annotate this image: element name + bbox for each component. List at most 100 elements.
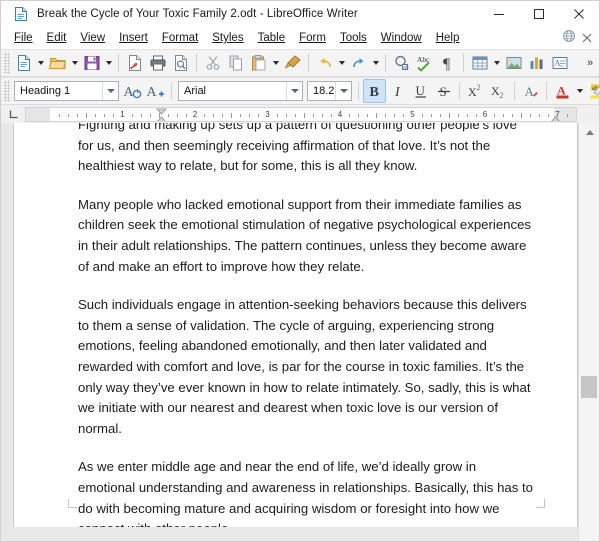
svg-text:I: I [394,85,401,100]
toolbar-separator [196,54,197,72]
workspace-left-gutter [1,123,13,541]
paragraph-2[interactable]: Such individuals engage in attention-see… [78,295,535,439]
ruler-tick [521,112,523,118]
underline-button[interactable]: U [409,79,432,103]
menu-window[interactable]: Window [374,31,429,46]
menu-styles[interactable]: Styles [205,31,250,46]
paragraph-style-value: Heading 1 [20,85,71,97]
paragraph-style-dropdown-button[interactable] [102,82,118,100]
print-button[interactable] [146,51,169,75]
page-text-body[interactable]: Fighting and making up sets up a pattern… [78,123,535,527]
highlight-color-button[interactable]: ab [585,79,600,103]
menubar-right-controls [562,29,599,48]
new-style-from-selection-button[interactable]: A [144,79,167,103]
svg-text:A: A [524,84,534,99]
clone-formatting-button[interactable] [281,51,304,75]
strikethrough-button[interactable]: S [432,79,455,103]
ruler-tick [113,113,115,117]
print-preview-button[interactable] [169,51,192,75]
left-indent-marker[interactable] [156,108,167,121]
open-button[interactable] [46,51,69,75]
menu-format[interactable]: Format [155,31,205,46]
ruler-tick [503,113,505,117]
insert-image-button[interactable] [502,51,525,75]
ruler-tick [430,113,432,117]
ruler-tick [131,113,133,117]
menu-file[interactable]: File [7,31,40,46]
chevron-down-icon [339,89,348,93]
redo-dropdown[interactable] [370,51,381,75]
horizontal-ruler[interactable]: 1234567 [25,106,577,122]
ruler-tick [448,112,450,118]
menu-view[interactable]: View [73,31,112,46]
ruler-left-margin-zone [26,107,50,121]
vertical-scroll-thumb[interactable] [581,376,597,398]
scroll-up-arrow[interactable] [579,123,599,141]
export-pdf-button[interactable] [123,51,146,75]
title-bar: Break the Cycle of Your Toxic Family 2.o… [1,1,599,28]
menu-form[interactable]: Form [292,31,333,46]
find-replace-button[interactable]: ab [390,51,413,75]
font-name-combobox[interactable]: Arial [178,81,303,101]
globe-icon[interactable] [562,29,576,48]
close-button[interactable] [559,1,599,28]
standard-toolbar-overflow-button[interactable]: » [581,51,599,75]
bold-button[interactable]: B [363,79,386,103]
toolbar-separator [308,54,309,72]
undo-dropdown[interactable] [336,51,347,75]
paste-dropdown[interactable] [270,51,281,75]
menu-help[interactable]: Help [429,31,467,46]
font-size-dropdown-button[interactable] [335,82,351,100]
subscript-button[interactable]: X 2 [487,79,510,103]
menu-tools[interactable]: Tools [333,31,374,46]
menu-file-label: File [14,32,33,44]
ruler-corner-tab-selector[interactable] [1,105,25,123]
document-page[interactable]: Fighting and making up sets up a pattern… [13,123,578,527]
font-size-combobox[interactable]: 18.2 [307,81,352,101]
minimize-button[interactable] [479,1,519,28]
close-document-icon[interactable] [582,30,592,48]
update-selected-style-button[interactable]: A [121,79,144,103]
menu-edit[interactable]: Edit [40,31,74,46]
page-viewport[interactable]: Fighting and making up sets up a pattern… [13,123,578,541]
save-dropdown[interactable] [103,51,114,75]
menu-tools-label: Tools [339,32,367,44]
vertical-scrollbar[interactable] [578,123,599,541]
open-dropdown[interactable] [69,51,80,75]
paragraph-1[interactable]: Many people who lacked emotional support… [78,195,535,277]
italic-button[interactable]: I [386,79,409,103]
paste-button[interactable] [247,51,270,75]
insert-chart-button[interactable] [525,51,548,75]
menu-table[interactable]: Table [251,31,293,46]
window-title: Break the Cycle of Your Toxic Family 2.o… [37,8,358,20]
paragraph-style-combobox[interactable]: Heading 1 [14,81,119,101]
new-document-button[interactable] [12,51,35,75]
ruler-number: 6 [482,109,488,119]
font-color-button[interactable]: A [551,79,574,103]
cut-button[interactable] [201,51,224,75]
insert-text-box-button[interactable]: A [548,51,571,75]
font-size-value: 18.2 [313,85,335,97]
clear-formatting-button[interactable]: A [519,79,542,103]
paragraph-3[interactable]: As we enter middle age and near the end … [78,457,535,527]
font-name-dropdown-button[interactable] [286,82,302,100]
formatting-marks-button[interactable]: ¶ [436,51,459,75]
undo-button[interactable] [313,51,336,75]
superscript-button[interactable]: X 2 [464,79,487,103]
paragraph-0[interactable]: Fighting and making up sets up a pattern… [78,123,535,177]
save-button[interactable] [80,51,103,75]
ruler-tick [104,113,106,117]
right-indent-marker[interactable] [550,108,561,121]
toolbar-grip[interactable] [3,80,10,102]
spelling-button[interactable]: Abc [413,51,436,75]
copy-button[interactable] [224,51,247,75]
insert-table-dropdown[interactable] [491,51,502,75]
maximize-button[interactable] [519,1,559,28]
new-document-dropdown[interactable] [35,51,46,75]
toolbar-separator [546,82,547,100]
redo-button[interactable] [347,51,370,75]
menu-insert[interactable]: Insert [112,31,155,46]
font-color-dropdown[interactable] [574,79,585,103]
toolbar-grip[interactable] [3,52,10,74]
insert-table-button[interactable] [468,51,491,75]
